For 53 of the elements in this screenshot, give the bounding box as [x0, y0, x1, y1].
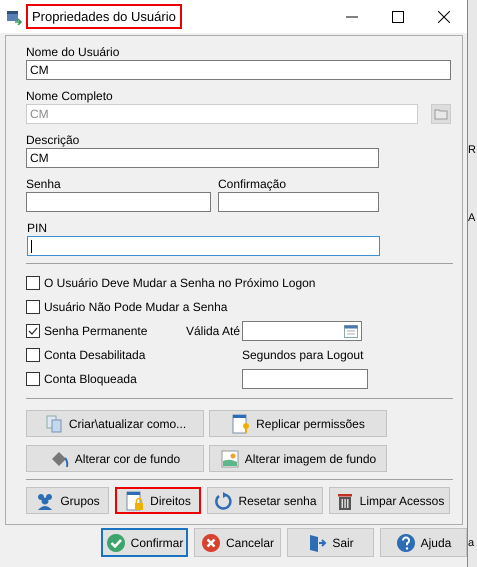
copy-icon [44, 414, 64, 434]
button[interactable]: Confirmar [101, 528, 188, 557]
date-field[interactable] [242, 321, 362, 341]
field-label: Segundos para Logout [242, 348, 364, 362]
checkbox[interactable]: Usuário Não Pode Mudar a Senha [26, 300, 372, 314]
checkbox[interactable]: Conta Bloqueada [26, 372, 242, 386]
button[interactable]: Ajuda [380, 528, 467, 557]
checkbox[interactable]: O Usuário Deve Mudar a Senha no Próximo Logon [26, 276, 372, 290]
checkmark-icon [28, 326, 38, 336]
browse-button[interactable] [431, 104, 451, 124]
button[interactable]: Direitos [115, 487, 201, 514]
field-label: PIN [27, 221, 48, 236]
checkbox[interactable]: Conta Desabilitada [26, 348, 242, 362]
close-icon [200, 532, 221, 552]
text-fragment: a [468, 537, 476, 549]
field-label: Descrição [26, 133, 80, 148]
field-label: Nome do Usuário [26, 45, 120, 60]
maximize-icon[interactable] [392, 10, 404, 22]
field-label: Nome Completo [26, 89, 114, 104]
button[interactable]: Resetar senha [207, 487, 323, 514]
close-icon[interactable] [438, 10, 450, 22]
button[interactable]: Cancelar [194, 528, 281, 557]
reset-icon [213, 490, 234, 510]
input-field[interactable]: CM [26, 148, 379, 168]
image-icon [220, 448, 240, 468]
checkbox[interactable]: Senha Permanente [26, 324, 186, 338]
window-title: Propriedades do Usuário [26, 4, 182, 29]
text-fragment: A [468, 212, 476, 224]
text-cursor [31, 240, 32, 252]
document-lock-icon [125, 490, 146, 510]
field-label: Senha [26, 177, 62, 192]
help-icon [396, 532, 416, 552]
calendar-icon [344, 324, 358, 338]
button[interactable]: Grupos [26, 487, 109, 514]
button[interactable]: Sair [287, 528, 374, 557]
field-label: Válida Até [186, 324, 242, 338]
input-field[interactable]: CM [26, 60, 451, 80]
button[interactable]: Replicar permissões [209, 410, 387, 437]
exit-door-icon [307, 532, 328, 552]
document-key-icon [231, 414, 252, 434]
button[interactable]: Alterar cor de fundo [26, 445, 204, 472]
input-field[interactable] [218, 192, 379, 212]
folder-icon [434, 107, 448, 121]
field-label: Confirmação [218, 177, 288, 192]
input-field[interactable] [242, 369, 368, 389]
input-field[interactable] [27, 236, 380, 256]
checkmark-icon [106, 532, 126, 552]
text-fragment: R [468, 144, 477, 156]
button[interactable]: Alterar imagem de fundo [209, 445, 387, 472]
button[interactable]: Criar\atualizar como... [26, 410, 204, 437]
app-icon [6, 8, 22, 24]
input-field[interactable] [26, 192, 211, 212]
button[interactable]: Limpar Acessos [329, 487, 450, 514]
